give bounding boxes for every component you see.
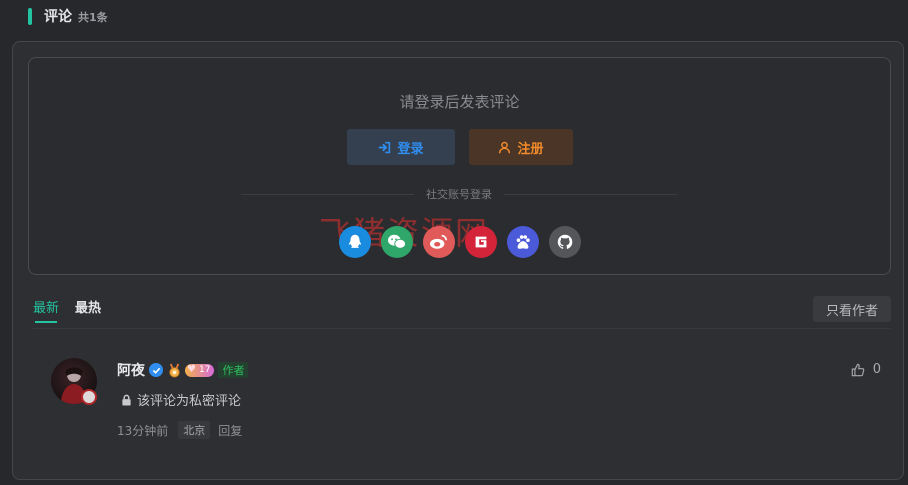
github-icon[interactable] (549, 226, 581, 258)
author-tag: 作者 (218, 362, 249, 378)
register-button-label: 注册 (517, 141, 544, 157)
social-login-icons (339, 226, 591, 258)
comment-time: 13分钟前 (117, 423, 169, 438)
only-author-button[interactable]: 只看作者 (813, 296, 891, 322)
login-button-label: 登录 (397, 141, 424, 157)
level-value: 17 (199, 365, 211, 375)
gitee-icon[interactable] (465, 226, 497, 258)
tab-hottest[interactable]: 最热 (75, 297, 101, 323)
medal-icon (169, 363, 180, 378)
qq-icon[interactable] (339, 226, 371, 258)
sort-tabs: 最新 最热 (33, 297, 117, 323)
divider-line-right (504, 193, 677, 195)
comments-count: 共1条 (78, 11, 108, 24)
lock-icon (122, 394, 131, 405)
comment-content: 该评论为私密评论 (121, 390, 241, 409)
tabs-divider (33, 328, 891, 329)
comment-author-row: 阿夜 ♥ 17 作者 (117, 360, 249, 380)
sign-in-icon (379, 141, 391, 153)
like-button[interactable]: 0 (851, 362, 881, 377)
level-badge: ♥ 17 (185, 363, 215, 377)
comments-title: 评论 (44, 9, 72, 25)
login-button[interactable]: 登录 (347, 129, 455, 165)
weibo-icon[interactable] (423, 226, 455, 258)
tab-newest[interactable]: 最新 (33, 297, 59, 323)
comments-header: 评论 共1条 (28, 6, 108, 26)
comments-panel: 请登录后发表评论 登录 注册 社交账号登录 飞猪资源网 (12, 41, 904, 480)
social-login-divider: 社交账号登录 (241, 184, 677, 204)
section-accent-bar (28, 7, 32, 25)
reply-button[interactable]: 回复 (218, 422, 242, 439)
thumbs-up-icon (851, 363, 865, 376)
login-box: 请登录后发表评论 登录 注册 社交账号登录 飞猪资源网 (28, 57, 891, 275)
register-button[interactable]: 注册 (469, 129, 573, 165)
wechat-icon[interactable] (381, 226, 413, 258)
avatar-badge-icon (81, 389, 97, 405)
comment-author-name[interactable]: 阿夜 (117, 360, 145, 380)
heart-icon: ♥ (187, 363, 196, 375)
comment-text: 该评论为私密评论 (137, 394, 242, 409)
like-count: 0 (872, 362, 881, 377)
user-icon (499, 141, 511, 153)
baidu-icon[interactable] (507, 226, 539, 258)
comment-item: 阿夜 ♥ 17 作者 该评论为私密评论 13分钟前 北京 回复 0 (51, 358, 891, 448)
comment-location: 北京 (178, 421, 211, 439)
social-login-label: 社交账号登录 (426, 188, 492, 201)
comment-meta: 13分钟前 北京 回复 (117, 421, 242, 439)
verified-icon (149, 363, 163, 377)
divider-line-left (241, 193, 414, 195)
login-prompt: 请登录后发表评论 (399, 93, 520, 111)
